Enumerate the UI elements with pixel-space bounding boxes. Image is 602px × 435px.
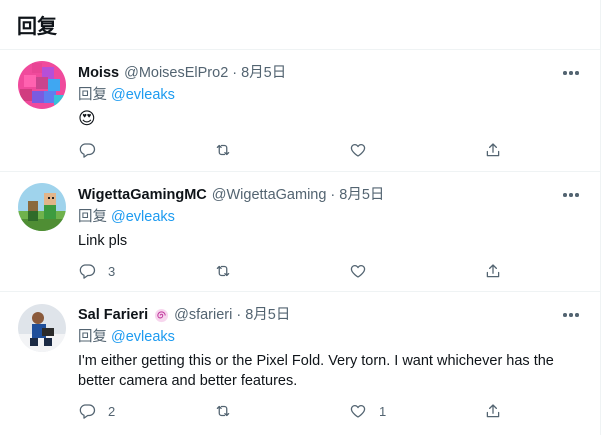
like-button[interactable] (349, 140, 379, 160)
like-count: 1 (379, 403, 387, 419)
retweet-icon (216, 265, 230, 277)
reply-button[interactable] (78, 140, 108, 160)
tweet-header: Sal Farieri @sfarieri · 8月5日 (78, 306, 581, 325)
tweet-actions: 2 1 (78, 401, 508, 421)
heart-icon (350, 404, 366, 418)
reply-count: 2 (108, 403, 116, 419)
avatar[interactable] (18, 61, 66, 109)
tweet-date[interactable]: 8月5日 (241, 64, 286, 83)
spiral-badge-icon (155, 308, 169, 323)
author-handle[interactable]: @WigettaGaming (212, 186, 327, 205)
more-horizontal-icon (563, 193, 567, 197)
reply-button[interactable]: 2 (78, 401, 115, 421)
tweet-header: Moiss @MoisesElPro2 · 8月5日 (78, 64, 581, 83)
author-name[interactable]: Sal Farieri (78, 306, 148, 325)
tweet-actions (78, 140, 508, 160)
heart-icon (350, 264, 366, 278)
replies-panel: 回复 Moiss @MoisesElPro2 · 8月5日 回复 @evleak… (0, 0, 601, 435)
tweet-text: 😍 (78, 109, 96, 128)
share-button[interactable] (484, 261, 502, 281)
mention-link[interactable]: @evleaks (111, 87, 175, 103)
more-options-button[interactable] (561, 308, 581, 322)
tweet-date[interactable]: 8月5日 (339, 186, 384, 205)
mention-link[interactable]: @evleaks (111, 209, 175, 225)
tweet-date[interactable]: 8月5日 (245, 306, 290, 325)
more-dot (575, 313, 579, 317)
tweet-text: I'm either getting this or the Pixel Fol… (78, 353, 554, 389)
separator-dot: · (232, 65, 238, 81)
reply-context: 回复 @evleaks (78, 328, 581, 347)
more-dot (575, 71, 579, 75)
tweet-content: Moiss @MoisesElPro2 · 8月5日 回复 @evleaks 😍 (78, 64, 581, 129)
share-upload-icon (486, 264, 500, 278)
more-dot (569, 193, 573, 197)
retweet-button[interactable] (214, 261, 244, 281)
reply-tweet[interactable]: Moiss @MoisesElPro2 · 8月5日 回复 @evleaks 😍 (0, 50, 601, 172)
more-horizontal-icon (563, 313, 567, 317)
reply-prefix: 回复 (78, 329, 107, 345)
tweet-content: WigettaGamingMC @WigettaGaming · 8月5日 回复… (78, 186, 581, 251)
like-button[interactable]: 1 (349, 401, 386, 421)
share-upload-icon (486, 404, 500, 418)
reply-tweet[interactable]: WigettaGamingMC @WigettaGaming · 8月5日 回复… (0, 172, 601, 292)
author-handle[interactable]: @MoisesElPro2 (124, 64, 228, 83)
page-title: 回复 (17, 16, 57, 38)
author-handle[interactable]: @sfarieri (174, 306, 232, 325)
reply-tweet[interactable]: Sal Farieri @sfarieri · 8月5日 回复 @evleaks … (0, 292, 601, 435)
separator-dot: · (330, 187, 336, 203)
reply-bubble-icon (79, 264, 96, 279)
share-button[interactable] (484, 140, 502, 160)
replies-header: 回复 (0, 0, 600, 50)
more-options-button[interactable] (561, 188, 581, 202)
separator-dot: · (236, 307, 242, 323)
more-horizontal-icon (563, 71, 567, 75)
more-dot (569, 71, 573, 75)
share-button[interactable] (484, 401, 502, 421)
like-button[interactable] (349, 261, 379, 281)
reply-button[interactable]: 3 (78, 261, 115, 281)
author-name[interactable]: Moiss (78, 64, 119, 83)
more-options-button[interactable] (561, 66, 581, 80)
retweet-button[interactable] (214, 401, 244, 421)
avatar[interactable] (18, 183, 66, 231)
avatar[interactable] (18, 304, 66, 352)
share-upload-icon (486, 143, 500, 157)
tweet-actions: 3 (78, 261, 508, 281)
tweet-content: Sal Farieri @sfarieri · 8月5日 回复 @evleaks … (78, 306, 581, 391)
retweet-icon (216, 405, 230, 417)
retweet-button[interactable] (214, 140, 244, 160)
mention-link[interactable]: @evleaks (111, 329, 175, 345)
tweet-text: Link pls (78, 233, 128, 249)
reply-context: 回复 @evleaks (78, 208, 581, 227)
author-name[interactable]: WigettaGamingMC (78, 186, 207, 205)
reply-bubble-icon (79, 404, 96, 419)
reply-bubble-icon (79, 143, 96, 158)
reply-prefix: 回复 (78, 87, 107, 103)
more-dot (575, 193, 579, 197)
tweet-header: WigettaGamingMC @WigettaGaming · 8月5日 (78, 186, 581, 205)
reply-prefix: 回复 (78, 209, 107, 225)
heart-icon (350, 143, 366, 157)
reply-context: 回复 @evleaks (78, 86, 581, 105)
retweet-icon (216, 144, 230, 156)
reply-count: 3 (108, 263, 116, 279)
more-dot (569, 313, 573, 317)
